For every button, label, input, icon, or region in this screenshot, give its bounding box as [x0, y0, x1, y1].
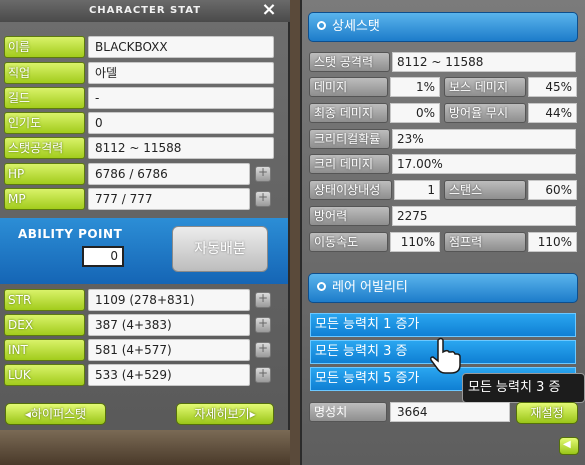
detail-stat-attack-label: 스탯 공격력	[309, 52, 390, 72]
mp-value: 777 / 777	[88, 188, 250, 210]
dex-label: DEX	[4, 314, 85, 336]
str-row: STR 1109 (278+831)	[4, 289, 274, 311]
damage-value: 1%	[390, 77, 440, 97]
tooltip: 모든 능력치 3 증	[462, 373, 585, 403]
background-scenery	[0, 430, 290, 465]
rare-ability-title: 레어 어빌리티	[332, 280, 408, 295]
hand-cursor-icon	[430, 337, 461, 374]
popularity-value: 0	[88, 112, 274, 134]
str-value: 1109 (278+831)	[88, 289, 250, 311]
boss-damage-label: 보스 데미지	[444, 77, 526, 97]
fame-value: 3664	[390, 402, 510, 422]
luk-label: LUK	[4, 364, 85, 386]
hp-row: HP 6786 / 6786	[4, 163, 274, 185]
auto-distribute-button[interactable]: 자동배분	[172, 226, 268, 272]
hp-label: HP	[4, 163, 85, 185]
rare-ability-item[interactable]: 모든 능력치 1 증가	[310, 313, 576, 337]
speed-label: 이동속도	[309, 232, 388, 252]
rare-ability-header: 레어 어빌리티	[308, 273, 578, 303]
popularity-label: 인기도	[4, 112, 85, 134]
ability-point-box: ABILITY POINT 0 자동배분	[0, 218, 288, 284]
collapse-button[interactable]	[559, 437, 579, 455]
int-row: INT 581 (4+577)	[4, 339, 274, 361]
job-row: 직업 아델	[4, 62, 274, 84]
bullet-icon	[317, 282, 326, 291]
guild-label: 길드	[4, 87, 85, 109]
detail-stat-attack-value: 8112 ~ 11588	[392, 52, 576, 72]
boss-damage-value: 45%	[528, 77, 577, 97]
final-damage-value: 0%	[390, 103, 440, 123]
name-value: BLACKBOXX	[88, 36, 274, 58]
window-title: CHARACTER STAT	[0, 0, 290, 22]
luk-value: 533 (4+529)	[88, 364, 250, 386]
detail-stat-title: 상세스탯	[332, 19, 380, 34]
crit-rate-label: 크리티컬확률	[309, 129, 390, 149]
dex-plus-button[interactable]	[255, 316, 271, 333]
popularity-row: 인기도 0	[4, 112, 274, 134]
ignore-defense-label: 방어율 무시	[444, 103, 526, 123]
speed-value: 110%	[390, 232, 440, 252]
defense-value: 2275	[392, 206, 576, 226]
crit-damage-value: 17.00%	[392, 154, 576, 174]
int-label: INT	[4, 339, 85, 361]
close-button[interactable]: ×	[260, 1, 278, 19]
detail-stat-header: 상세스탯	[308, 12, 578, 42]
str-plus-button[interactable]	[255, 291, 271, 308]
final-damage-label: 최종 데미지	[309, 103, 388, 123]
jump-label: 점프력	[444, 232, 526, 252]
guild-value: -	[88, 87, 274, 109]
dex-value: 387 (4+383)	[88, 314, 250, 336]
hyper-stat-button[interactable]: ◂하이퍼스탯	[5, 403, 106, 425]
mp-label: MP	[4, 188, 85, 210]
defense-label: 방어력	[309, 206, 390, 226]
int-value: 581 (4+577)	[88, 339, 250, 361]
ability-point-value: 0	[82, 246, 124, 267]
luk-row: LUK 533 (4+529)	[4, 364, 274, 386]
luk-plus-button[interactable]	[255, 366, 271, 383]
stat-attack-label: 스탯공격력	[4, 137, 85, 159]
reset-button[interactable]: 재설정	[516, 402, 578, 424]
mp-row: MP 777 / 777	[4, 188, 274, 210]
stat-attack-value: 8112 ~ 11588	[88, 137, 274, 159]
name-row: 이름 BLACKBOXX	[4, 36, 274, 58]
int-plus-button[interactable]	[255, 341, 271, 358]
stance-value: 60%	[528, 180, 577, 200]
stat-attack-row: 스탯공격력 8112 ~ 11588	[4, 137, 274, 159]
damage-label: 데미지	[309, 77, 388, 97]
character-stat-panel: CHARACTER STAT × 이름 BLACKBOXX 직업 아델 길드 -…	[0, 0, 290, 465]
stance-label: 스탠스	[444, 180, 526, 200]
guild-row: 길드 -	[4, 87, 274, 109]
name-label: 이름	[4, 36, 85, 58]
hp-plus-button[interactable]	[255, 165, 271, 182]
fame-label: 명성치	[309, 402, 387, 422]
ability-point-title: ABILITY POINT	[18, 227, 123, 241]
status-resist-value: 1	[394, 180, 440, 200]
hp-value: 6786 / 6786	[88, 163, 250, 185]
crit-rate-value: 23%	[392, 129, 576, 149]
crit-damage-label: 크리 데미지	[309, 154, 390, 174]
status-resist-label: 상태이상내성	[309, 180, 392, 200]
detail-view-button[interactable]: 자세히보기▸	[176, 403, 274, 425]
ignore-defense-value: 44%	[528, 103, 577, 123]
dex-row: DEX 387 (4+383)	[4, 314, 274, 336]
mp-plus-button[interactable]	[255, 190, 271, 207]
job-value: 아델	[88, 62, 274, 84]
str-label: STR	[4, 289, 85, 311]
bullet-icon	[317, 21, 326, 30]
jump-value: 110%	[528, 232, 577, 252]
job-label: 직업	[4, 62, 85, 84]
